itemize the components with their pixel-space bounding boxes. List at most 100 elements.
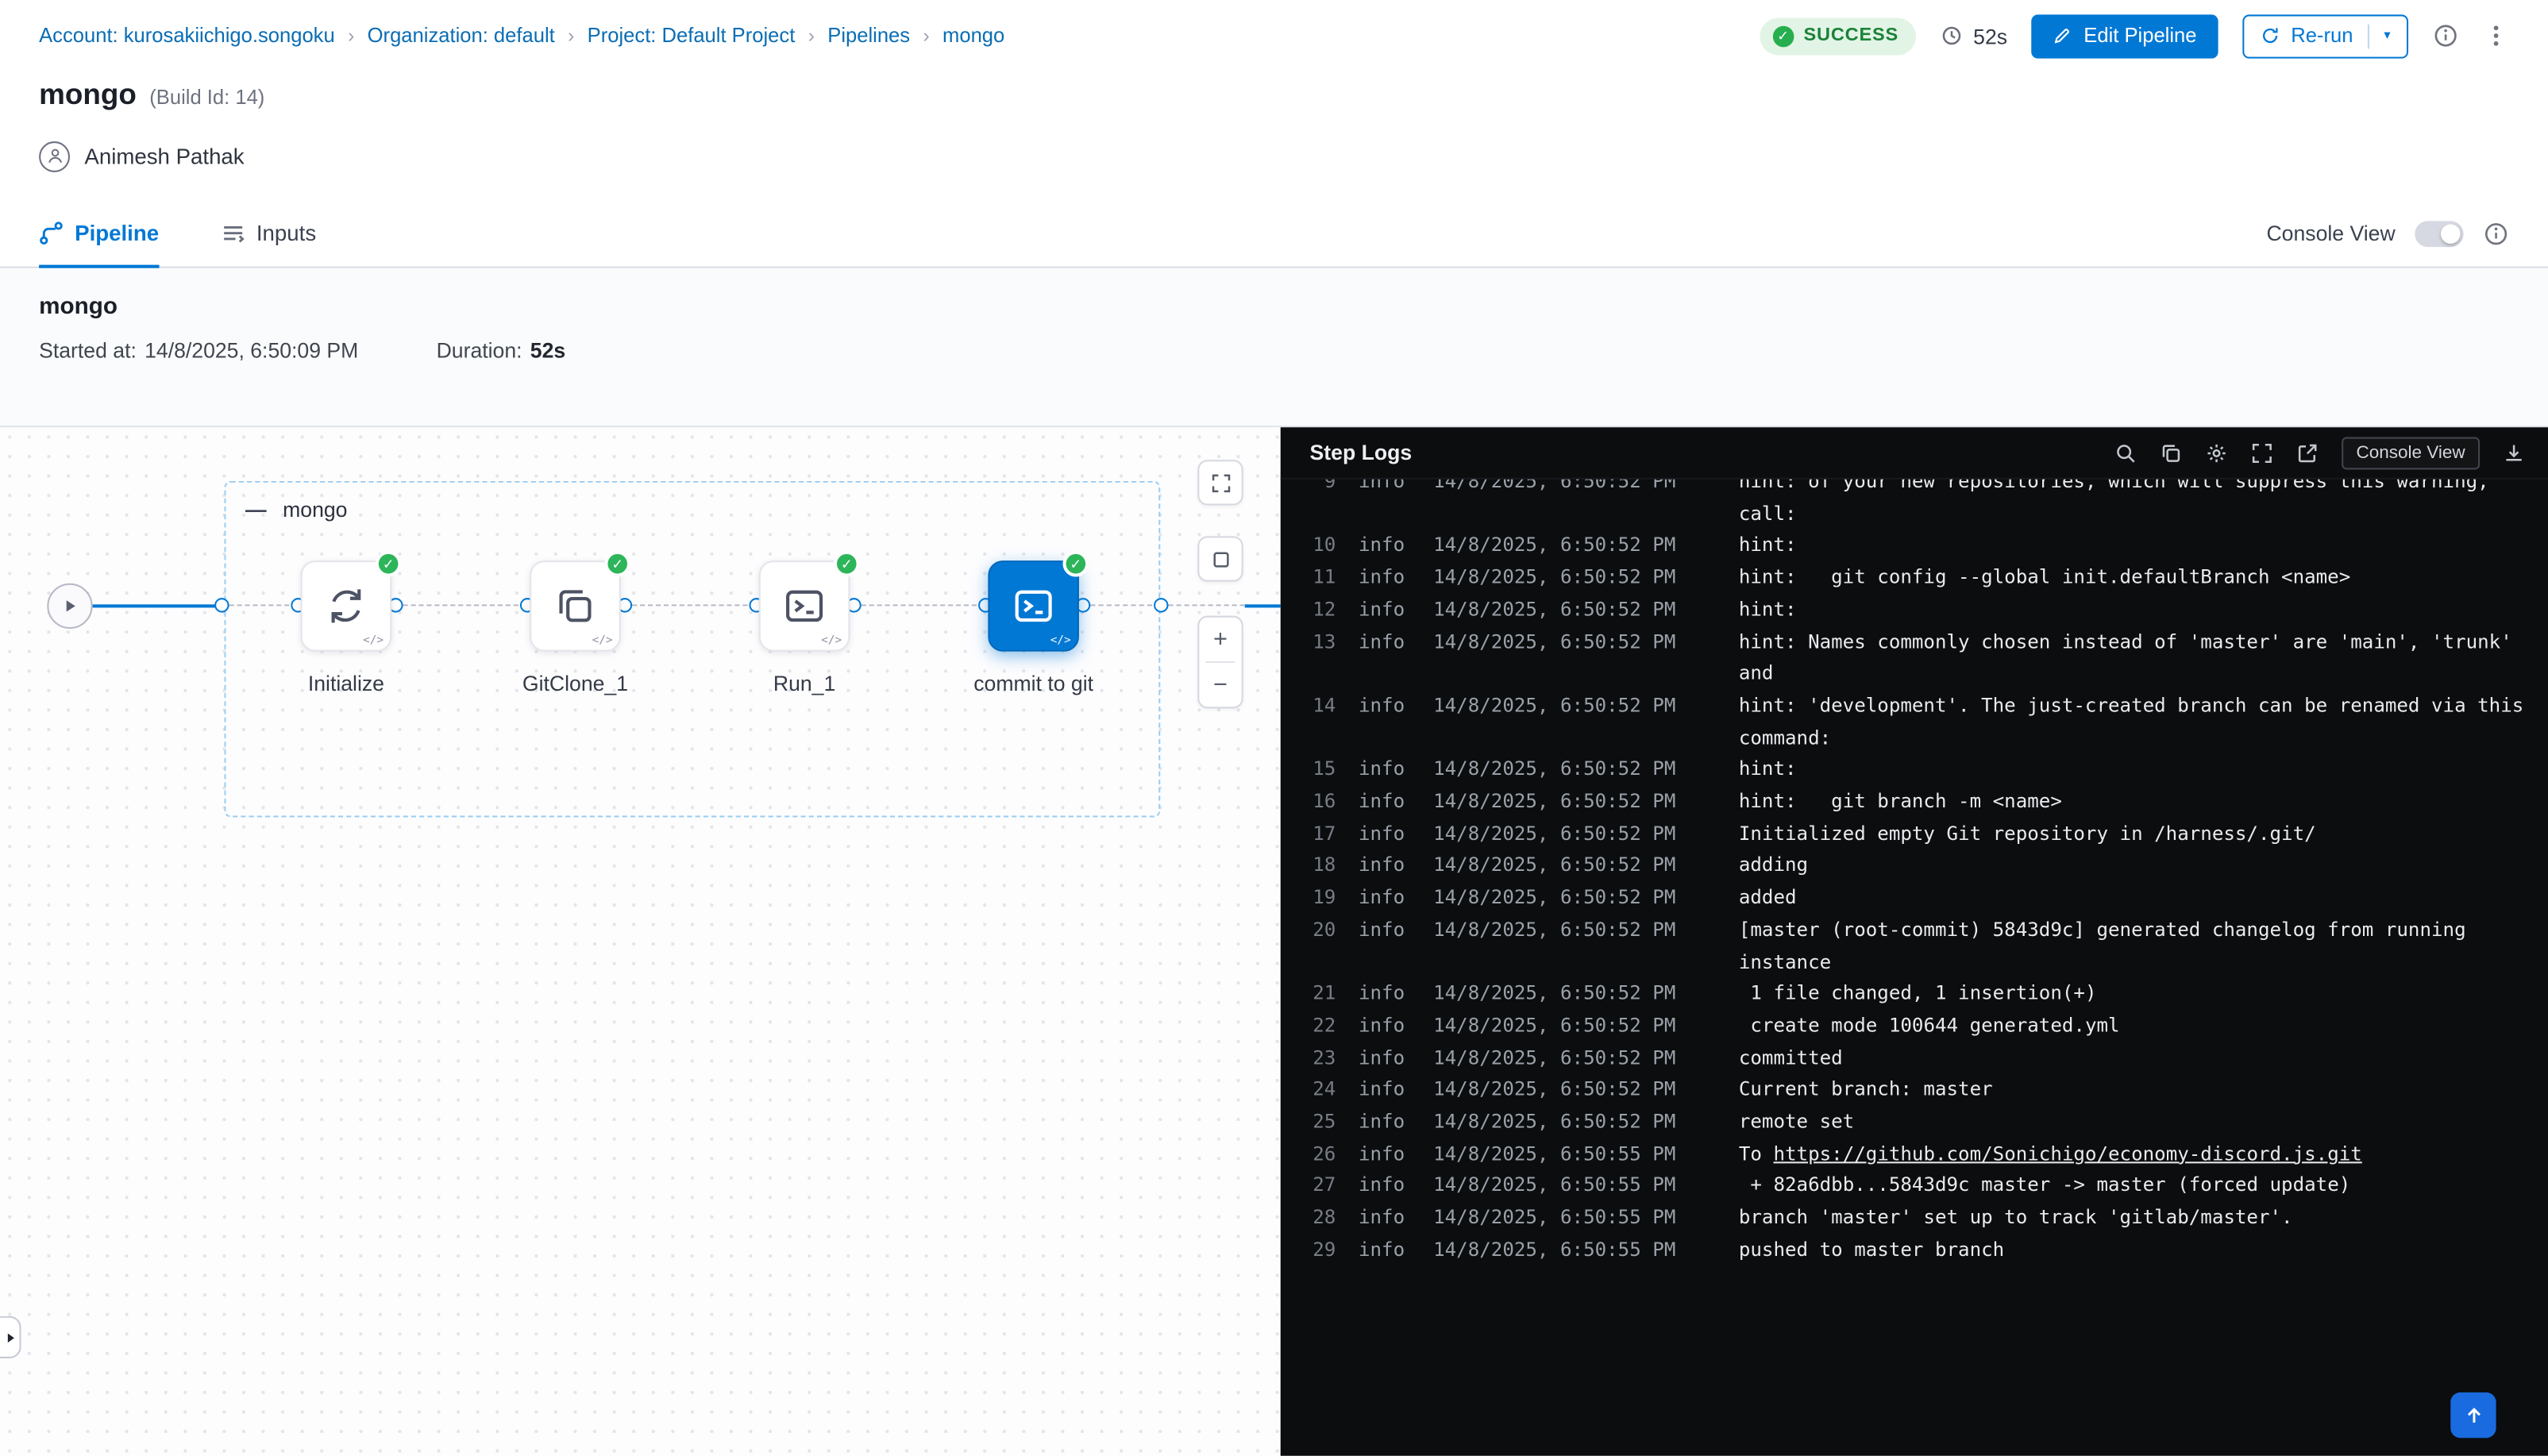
started-at: Started at: 14/8/2025, 6:50:09 PM <box>39 338 358 363</box>
log-message: branch 'master' set up to track 'gitlab/… <box>1739 1203 2538 1235</box>
duration-indicator: 52s <box>1941 24 2007 48</box>
expand-icon <box>1210 472 1232 494</box>
collapse-icon[interactable]: — <box>245 499 267 520</box>
console-view-info-icon[interactable] <box>2483 220 2509 246</box>
duration: Duration: 52s <box>437 338 566 363</box>
tab-inputs-label: Inputs <box>256 221 316 245</box>
log-line-number: 23 <box>1306 1042 1336 1074</box>
log-level: info <box>1359 754 1410 786</box>
tabbar-right: Console View <box>2266 220 2508 246</box>
breadcrumb-item[interactable]: mongo <box>942 25 1004 48</box>
console-view-toggle[interactable] <box>2415 220 2463 246</box>
code-step-tag: </> <box>592 634 613 646</box>
log-line-number: 14 <box>1306 691 1336 755</box>
log-timestamp: 14/8/2025, 6:50:52 PM <box>1433 480 1697 530</box>
tab-bar: Pipeline Inputs Console View <box>0 200 2548 268</box>
log-message: added <box>1739 883 2538 915</box>
log-level: info <box>1359 1107 1410 1138</box>
stage-node-commit-to-git[interactable]: ✓</> <box>988 560 1079 652</box>
log-line: 27info14/8/2025, 6:50:55 PM + 82a6dbb...… <box>1306 1171 2538 1203</box>
log-copy-icon[interactable] <box>2160 441 2183 464</box>
log-line: 28info14/8/2025, 6:50:55 PMbranch 'maste… <box>1306 1203 2538 1235</box>
clock-icon <box>1941 25 1964 48</box>
log-level: info <box>1359 979 1410 1011</box>
log-level: info <box>1359 562 1410 594</box>
status-badge: ✓ SUCCESS <box>1760 17 1916 54</box>
refresh-icon <box>2260 26 2280 46</box>
zoom-in-button[interactable]: + <box>1197 618 1243 661</box>
log-line-number: 27 <box>1306 1171 1336 1203</box>
sync-icon <box>325 585 367 627</box>
connector-dot <box>1153 598 1167 612</box>
stage-group-name: mongo <box>283 497 347 522</box>
stage-node-run-1[interactable]: ✓</> <box>759 560 850 652</box>
log-message: Current branch: master <box>1739 1075 2538 1107</box>
breadcrumb-item[interactable]: Organization: default <box>368 25 555 48</box>
avatar <box>39 141 70 171</box>
log-timestamp: 14/8/2025, 6:50:55 PM <box>1433 1203 1697 1235</box>
log-timestamp: 14/8/2025, 6:50:52 PM <box>1433 979 1697 1011</box>
log-header: Step Logs <box>1281 427 2548 479</box>
info-icon[interactable] <box>2433 23 2459 49</box>
log-link[interactable]: https://github.com/Sonichigo/economy-dis… <box>1773 1142 2361 1165</box>
canvas-fullscreen-button[interactable] <box>1197 460 1243 505</box>
log-level: info <box>1359 1171 1410 1203</box>
log-fullscreen-icon[interactable] <box>2250 441 2273 464</box>
log-level: info <box>1359 691 1410 755</box>
started-label: Started at: <box>39 338 137 363</box>
edit-pipeline-button[interactable]: Edit Pipeline <box>2032 13 2218 57</box>
log-open-external-icon[interactable] <box>2296 441 2319 464</box>
button-divider <box>2368 24 2369 48</box>
run-summary: mongo Started at: 14/8/2025, 6:50:09 PM … <box>0 268 2548 428</box>
success-badge-icon: ✓ <box>1062 551 1089 577</box>
log-download-icon[interactable] <box>2503 441 2526 464</box>
app-root: Account: kurosakiichigo.songoku › Organiza… <box>0 0 2548 1456</box>
tab-pipeline[interactable]: Pipeline <box>39 200 159 267</box>
log-level: info <box>1359 530 1410 562</box>
run-meta: Started at: 14/8/2025, 6:50:09 PM Durati… <box>39 338 2509 363</box>
pipeline-start-node[interactable] <box>47 584 92 629</box>
zoom-out-button[interactable]: − <box>1197 663 1243 707</box>
breadcrumb-item[interactable]: Pipelines <box>827 25 910 48</box>
console-view-button[interactable]: Console View <box>2342 437 2480 469</box>
log-settings-gear-icon[interactable] <box>2205 441 2228 464</box>
breadcrumb-item[interactable]: Project: Default Project <box>588 25 796 48</box>
success-badge-icon: ✓ <box>604 551 630 577</box>
more-options-kebab-icon[interactable] <box>2483 23 2509 49</box>
log-line-number: 25 <box>1306 1107 1336 1138</box>
log-timestamp: 14/8/2025, 6:50:52 PM <box>1433 1042 1697 1074</box>
terminal-icon <box>1012 585 1054 627</box>
log-line: 24info14/8/2025, 6:50:52 PMCurrent branc… <box>1306 1075 2538 1107</box>
breadcrumb-separator: › <box>808 25 815 48</box>
log-level: info <box>1359 787 1410 819</box>
canvas-fit-view-button[interactable] <box>1197 536 1243 581</box>
left-panel-expander[interactable] <box>0 1316 21 1358</box>
connector-dot <box>214 598 228 612</box>
log-level: info <box>1359 1011 1410 1042</box>
log-line: 9info14/8/2025, 6:50:52 PMhint: of your … <box>1306 480 2538 530</box>
breadcrumb-separator: › <box>568 25 574 48</box>
scroll-to-top-button[interactable] <box>2450 1392 2496 1438</box>
log-message: hint: 'development'. The just-created br… <box>1739 691 2538 755</box>
log-message: To https://github.com/Sonichigo/economy-… <box>1739 1138 2538 1170</box>
connector-dashed-line <box>1090 604 1152 606</box>
stage-node-gitclone-1[interactable]: ✓</> <box>530 560 621 652</box>
log-message: create mode 100644 generated.yml <box>1739 1011 2538 1042</box>
tab-inputs[interactable]: Inputs <box>221 200 316 267</box>
log-search-icon[interactable] <box>2114 441 2137 464</box>
duration-value: 52s <box>1973 24 2007 48</box>
canvas-zoom-controls: + − <box>1197 616 1243 709</box>
log-body[interactable]: 9info14/8/2025, 6:50:52 PMhint: of your … <box>1281 480 2548 1456</box>
rerun-button[interactable]: Re-run ▾ <box>2242 13 2408 57</box>
stage-node-initialize[interactable]: ✓</> <box>301 560 392 652</box>
log-line: 15info14/8/2025, 6:50:52 PMhint: <box>1306 754 2538 786</box>
connector-dashed-line <box>229 604 290 606</box>
log-timestamp: 14/8/2025, 6:50:55 PM <box>1433 1235 1697 1266</box>
log-message: hint: <box>1739 530 2538 562</box>
breadcrumb-separator: › <box>348 25 354 48</box>
success-badge-icon: ✓ <box>834 551 860 577</box>
log-timestamp: 14/8/2025, 6:50:55 PM <box>1433 1171 1697 1203</box>
breadcrumb-item[interactable]: Account: kurosakiichigo.songoku <box>39 25 335 48</box>
breadcrumb-separator: › <box>923 25 929 48</box>
log-timestamp: 14/8/2025, 6:50:55 PM <box>1433 1138 1697 1170</box>
